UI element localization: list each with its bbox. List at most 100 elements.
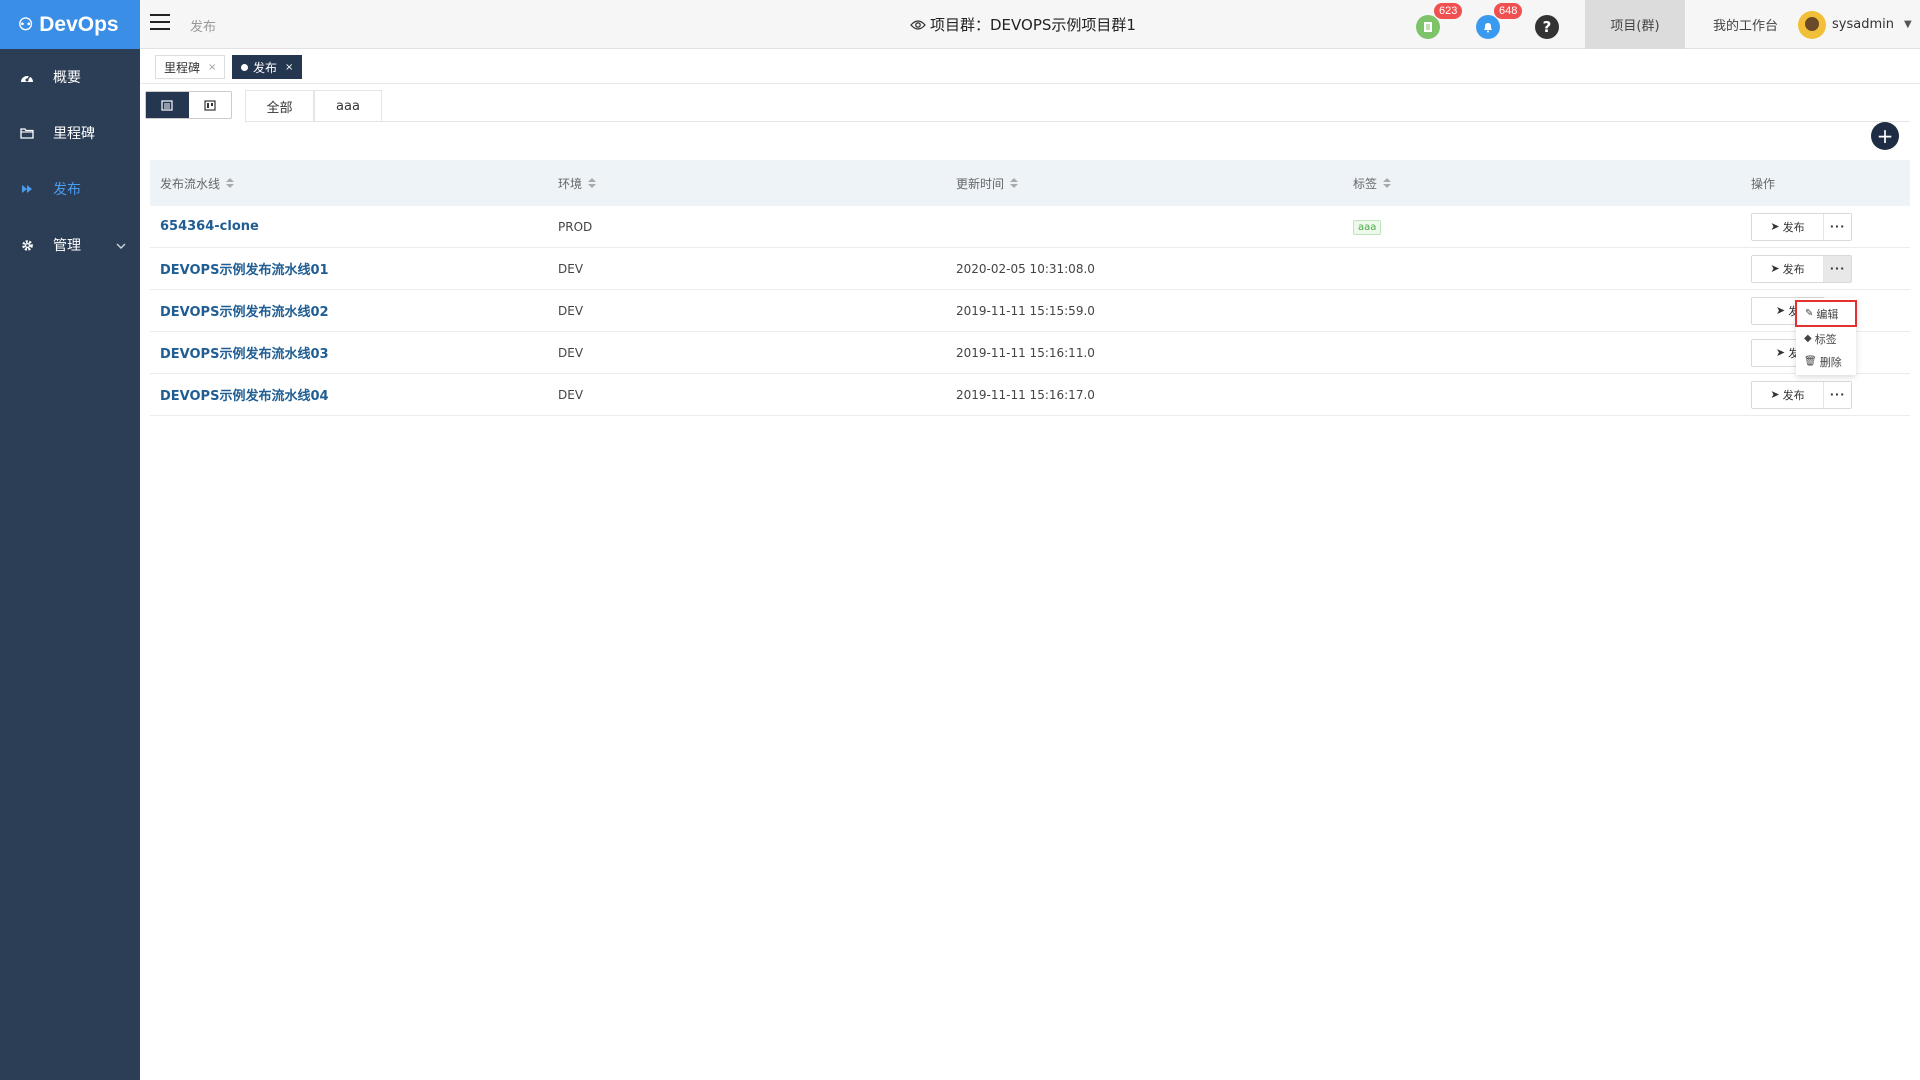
table-row: 654364-clone PROD aaa ➤ 发布 ···: [150, 206, 1910, 248]
filter-tab-all[interactable]: 全部: [245, 90, 314, 122]
table-row: DEVOPS示例发布流水线04 DEV 2019-11-11 15:16:17.…: [150, 374, 1910, 416]
todo-button[interactable]: 623: [1416, 3, 1463, 39]
trash-icon: 🗑: [1804, 356, 1817, 367]
eye-icon: [910, 19, 926, 30]
notification-button[interactable]: 648: [1476, 3, 1523, 39]
menu-item-tag[interactable]: ◆ 标签: [1796, 327, 1856, 350]
row-actions: ➤ 发布 ···: [1751, 254, 1852, 283]
sidebar-item-label: 管理: [53, 238, 81, 254]
env-cell: DEV: [558, 345, 584, 360]
column-header-actions: 操作: [1751, 176, 1776, 191]
publish-button[interactable]: ➤ 发布: [1752, 213, 1824, 240]
sidebar-item-manage[interactable]: 管理: [0, 217, 140, 273]
gear-icon: [20, 238, 34, 252]
filter-tab-aaa[interactable]: aaa: [314, 90, 382, 122]
send-icon: ➤: [1770, 388, 1780, 401]
tag-icon: ◆: [1804, 333, 1812, 344]
sidebar-item-release[interactable]: 发布: [0, 161, 140, 217]
edit-icon: ✎: [1805, 308, 1814, 319]
env-cell: DEV: [558, 303, 584, 318]
sort-icon[interactable]: [1010, 177, 1019, 189]
send-icon: ➤: [1775, 304, 1786, 317]
updated-cell: 2019-11-11 15:16:11.0: [956, 345, 1095, 360]
add-pipeline-button[interactable]: +: [1871, 122, 1899, 150]
devops-logo-icon: ⚇: [18, 14, 34, 34]
nav-project[interactable]: 项目(群): [1585, 0, 1685, 49]
updated-cell: 2020-02-05 10:31:08.0: [956, 261, 1095, 276]
more-actions-dropdown: ✎ 编辑 ◆ 标签 🗑 删除: [1795, 298, 1857, 375]
list-view-button[interactable]: [146, 92, 189, 118]
project-title[interactable]: 项目群：DEVOPS示例项目群1: [910, 14, 1136, 35]
avatar: [1798, 10, 1826, 39]
divider: [245, 121, 1910, 122]
breadcrumb: 发布: [190, 20, 217, 35]
pipeline-name-link[interactable]: DEVOPS示例发布流水线01: [160, 263, 329, 278]
env-cell: DEV: [558, 387, 584, 402]
brand-logo[interactable]: ⚇ DevOps: [0, 0, 140, 49]
sort-icon[interactable]: [226, 177, 235, 189]
more-actions-button[interactable]: ···: [1824, 381, 1851, 408]
folder-icon: [20, 126, 34, 140]
tag-badge: aaa: [1353, 219, 1382, 235]
help-icon[interactable]: ?: [1535, 15, 1559, 39]
menu-item-delete[interactable]: 🗑 删除: [1796, 350, 1856, 373]
pipeline-name-link[interactable]: DEVOPS示例发布流水线02: [160, 305, 329, 320]
caret-down-icon: ▼: [1903, 19, 1912, 30]
list-icon: [161, 99, 173, 111]
nav-workspace[interactable]: 我的工作台: [1703, 0, 1788, 49]
send-icon: ➤: [1770, 220, 1780, 233]
tab-label: 里程碑: [164, 60, 201, 75]
user-menu[interactable]: sysadmin ▼: [1798, 0, 1912, 49]
more-actions-button[interactable]: ···: [1824, 255, 1851, 282]
column-header-updated[interactable]: 更新时间: [946, 175, 1343, 192]
column-header-tag[interactable]: 标签: [1343, 175, 1741, 192]
updated-cell: 2019-11-11 15:16:17.0: [956, 387, 1095, 402]
column-header-pipeline[interactable]: 发布流水线: [150, 175, 548, 192]
tab-release[interactable]: 发布 ×: [232, 55, 303, 79]
board-view-button[interactable]: [189, 92, 232, 118]
send-icon: ➤: [1770, 262, 1780, 275]
sidebar-item-label: 里程碑: [53, 126, 95, 142]
board-icon: [204, 99, 216, 111]
close-icon[interactable]: ×: [285, 62, 293, 73]
sidebar-item-label: 概要: [53, 70, 81, 86]
todo-badge: 623: [1434, 3, 1463, 19]
menu-item-edit[interactable]: ✎ 编辑: [1795, 300, 1857, 327]
notification-badge: 648: [1494, 3, 1523, 19]
top-header: 发布 项目群：DEVOPS示例项目群1 623 648 ? 项目(群) 我的工作…: [140, 0, 1920, 49]
env-cell: DEV: [558, 261, 584, 276]
filter-tabs: 全部 aaa: [245, 90, 382, 122]
column-header-env[interactable]: 环境: [548, 175, 946, 192]
row-actions: ➤ 发布 ···: [1751, 212, 1852, 241]
page-tab-bar: 里程碑 × 发布 ×: [140, 49, 1920, 84]
menu-toggle-icon[interactable]: [150, 14, 170, 30]
more-actions-button[interactable]: ···: [1824, 213, 1851, 240]
sidebar-item-overview[interactable]: 概要: [0, 49, 140, 105]
brand-name: DevOps: [39, 12, 119, 36]
table-row: DEVOPS示例发布流水线03 DEV 2019-11-11 15:16:11.…: [150, 332, 1910, 374]
publish-button[interactable]: ➤ 发布: [1752, 255, 1824, 282]
sort-icon[interactable]: [588, 177, 597, 189]
pipeline-name-link[interactable]: DEVOPS示例发布流水线04: [160, 389, 329, 404]
username: sysadmin: [1832, 17, 1894, 32]
pipeline-name-link[interactable]: DEVOPS示例发布流水线03: [160, 347, 329, 362]
sidebar: ⚇ DevOps 概要 里程碑 发布 管理: [0, 0, 140, 1080]
table-row: DEVOPS示例发布流水线02 DEV 2019-11-11 15:15:59.…: [150, 290, 1910, 332]
table-header: 发布流水线 环境 更新时间 标签 操作: [150, 160, 1910, 206]
project-title-text: 项目群：DEVOPS示例项目群1: [930, 16, 1136, 34]
publish-button[interactable]: ➤ 发布: [1752, 381, 1824, 408]
sort-icon[interactable]: [1383, 177, 1392, 189]
send-icon: ➤: [1775, 346, 1786, 359]
pipeline-table: 发布流水线 环境 更新时间 标签 操作 654364-clone PROD aa…: [150, 160, 1910, 416]
sidebar-item-label: 发布: [53, 182, 81, 198]
chevron-down-icon: [116, 238, 126, 252]
sidebar-item-milestone[interactable]: 里程碑: [0, 105, 140, 161]
bell-icon: [1484, 23, 1492, 33]
tab-milestone[interactable]: 里程碑 ×: [155, 55, 226, 79]
row-actions: ➤ 发布 ···: [1751, 380, 1852, 409]
close-icon[interactable]: ×: [208, 62, 216, 73]
tab-label: 发布: [253, 60, 278, 75]
forward-icon: [20, 182, 34, 196]
updated-cell: 2019-11-11 15:15:59.0: [956, 303, 1095, 318]
pipeline-name-link[interactable]: 654364-clone: [160, 219, 259, 234]
